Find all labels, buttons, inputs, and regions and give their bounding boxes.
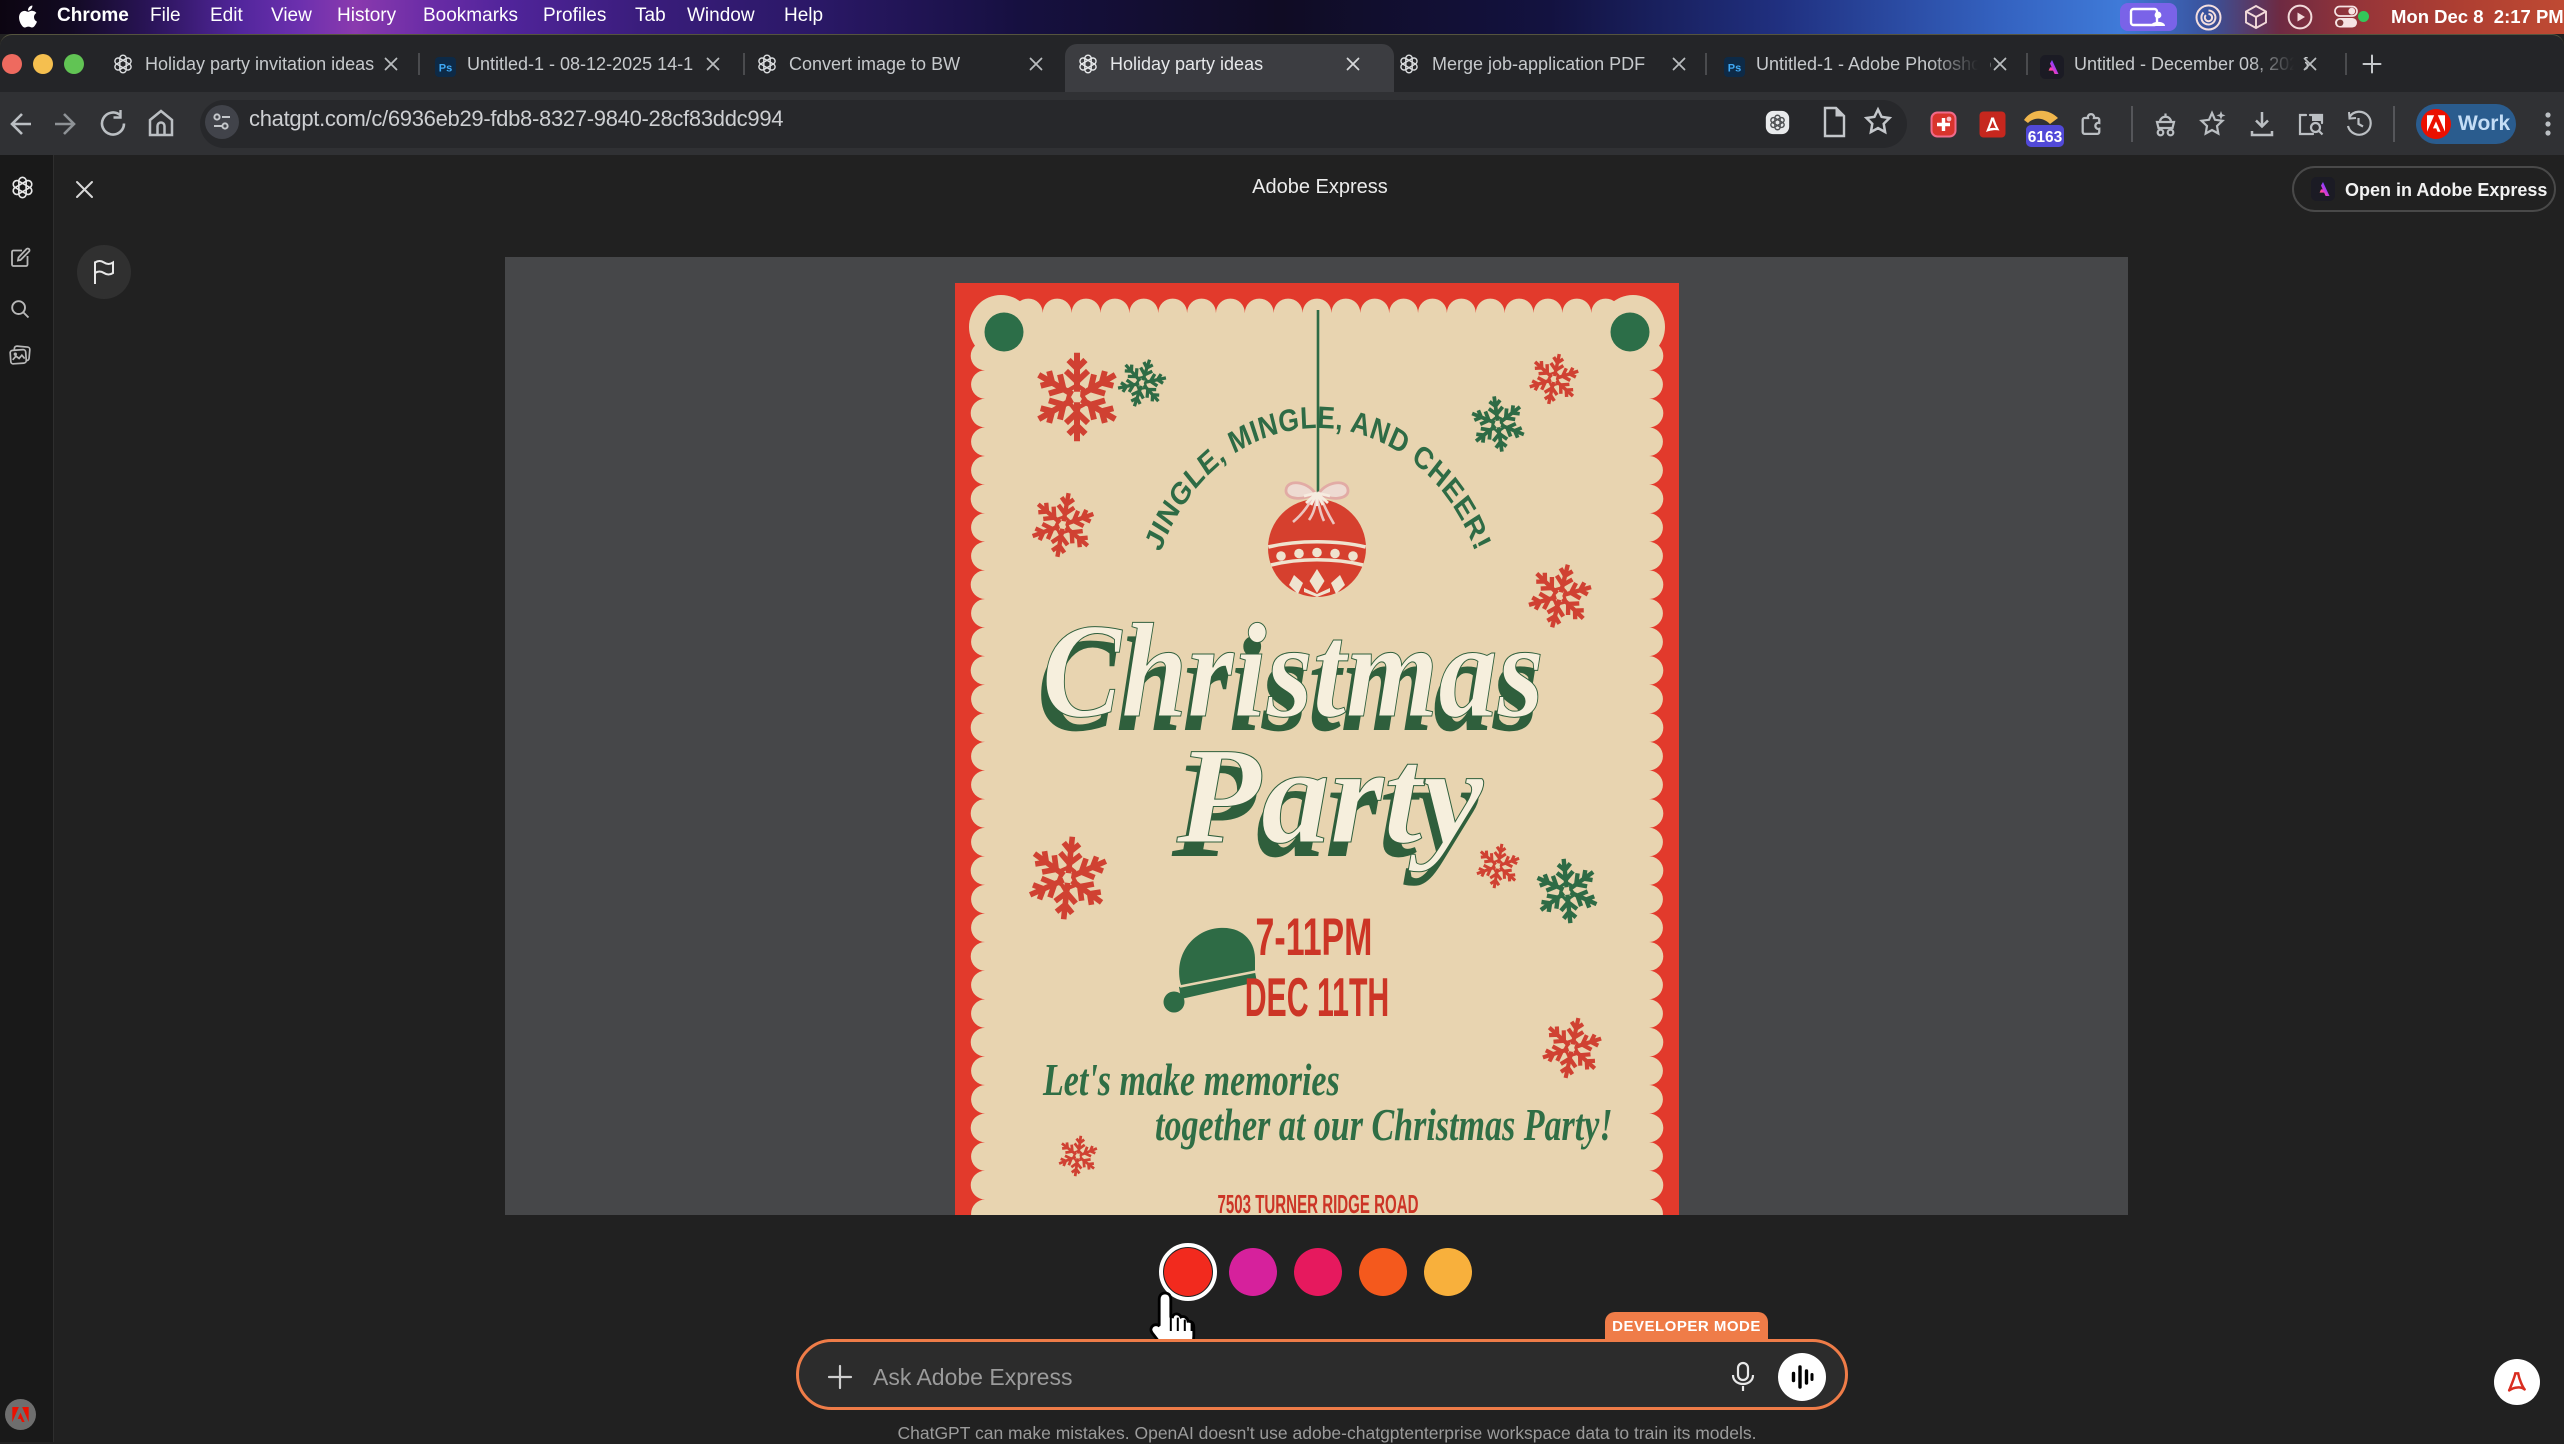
svg-text:7503 TURNER RIDGE ROAD: 7503 TURNER RIDGE ROAD — [1217, 1190, 1418, 1215]
svg-text:6163: 6163 — [2028, 129, 2063, 146]
svg-text:together at our Christmas Part: together at our Christmas Party! — [1155, 1099, 1613, 1150]
svg-text:Party: Party — [1176, 719, 1484, 872]
svg-text:7-11PM: 7-11PM — [1256, 909, 1373, 967]
svg-text:Let's make memories: Let's make memories — [1042, 1054, 1340, 1105]
svg-text:DEC 11TH: DEC 11TH — [1245, 968, 1390, 1029]
